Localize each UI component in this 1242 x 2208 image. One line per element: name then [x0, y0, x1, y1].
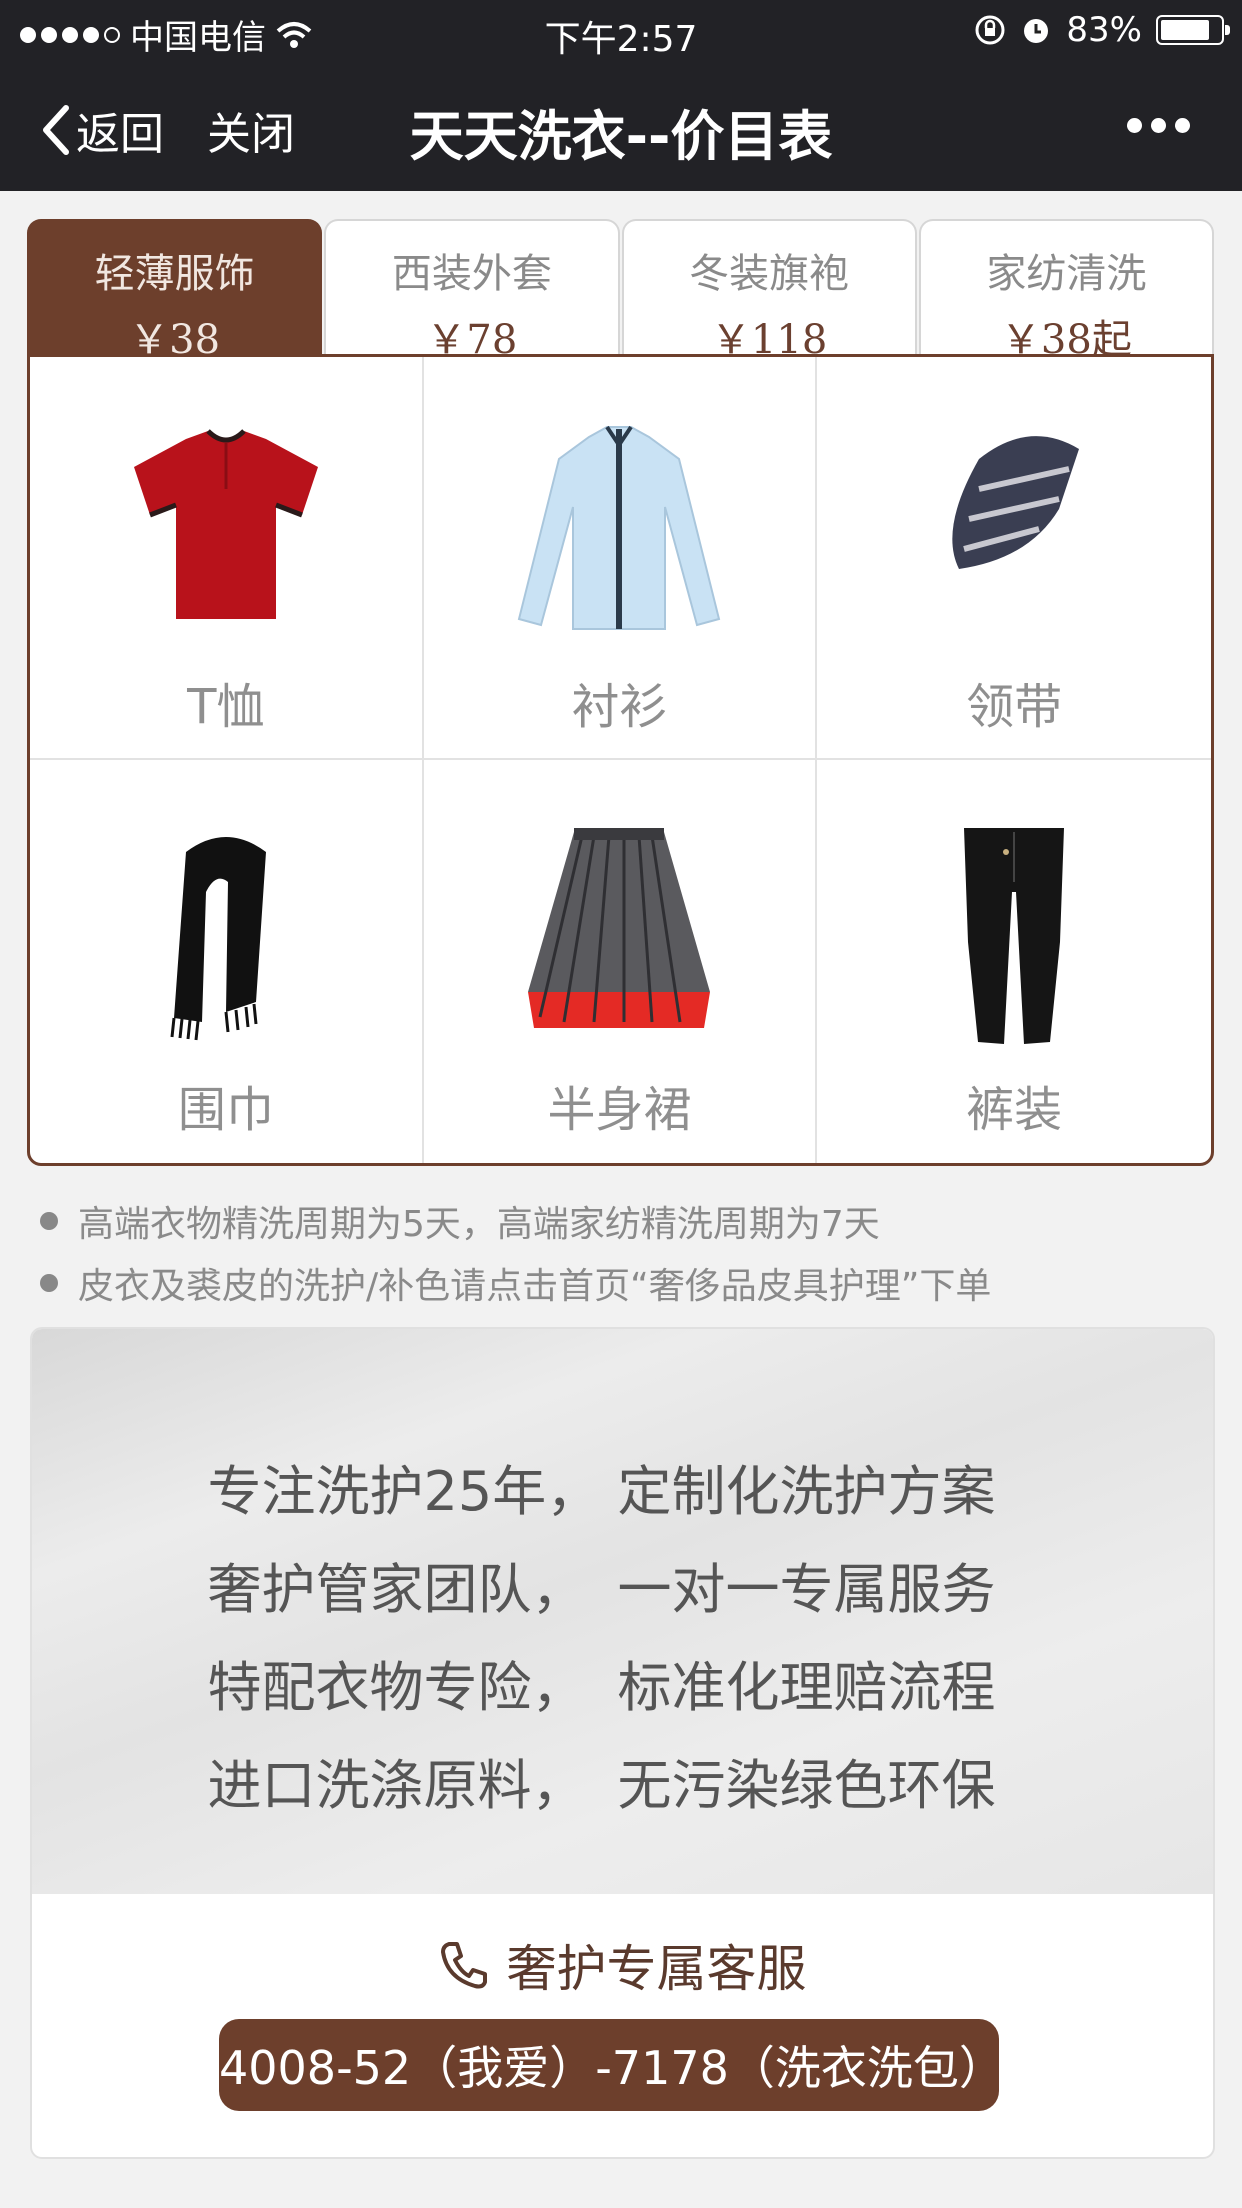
tab-name: 轻薄服饰 [94, 251, 255, 297]
tab-name: 西装外套 [391, 251, 552, 297]
promo-card: 专注洗护25年， 定制化洗护方案 奢护管家团队， 一对一专属服务 特配衣物专险，… [30, 1327, 1215, 2159]
phone-icon [440, 1942, 487, 1989]
promo-line: 进口洗涤原料， 无污染绿色环保 [32, 1741, 1213, 1839]
promo-line-left: 进口洗涤原料， [207, 1754, 586, 1817]
grid-item-pants[interactable]: 裤装 [817, 760, 1211, 1163]
tab-home-textiles[interactable]: 家纺清洗 ￥38起 [918, 219, 1214, 363]
orientation-lock-icon [975, 15, 1005, 45]
grid-item-tshirt[interactable]: T恤 [30, 357, 424, 760]
grid-item-shirt[interactable]: 衬衫 [423, 357, 818, 760]
shirt-icon [518, 425, 721, 630]
skirt-icon [528, 828, 711, 1028]
promo-line-right: 定制化洗护方案 [617, 1460, 996, 1523]
grid-item-tie[interactable]: 领带 [817, 357, 1211, 760]
category-tabs: 轻薄服饰 ￥38 西装外套 ￥78 冬装旗袍 ￥118 家纺清洗 ￥38起 [27, 219, 1214, 363]
promo-line: 特配衣物专险， 标准化理赔流程 [32, 1643, 1213, 1741]
note-item: 高端衣物精洗周期为5天，高端家纺精洗周期为7天 [40, 1190, 1210, 1252]
more-dots-icon[interactable] [1127, 118, 1190, 133]
item-label: 领带 [966, 679, 1063, 735]
notes-list: 高端衣物精洗周期为5天，高端家纺精洗周期为7天 皮衣及裘皮的洗护/补色请点击首页… [40, 1190, 1210, 1314]
item-label: T恤 [187, 679, 265, 735]
promo-line-right: 无污染绿色环保 [617, 1754, 996, 1817]
tie-icon [952, 436, 1080, 569]
tshirt-icon [133, 429, 318, 619]
note-text: 皮衣及裘皮的洗护/补色请点击首页“奢侈品皮具护理”下单 [78, 1266, 992, 1307]
tab-winter-qipao[interactable]: 冬装旗袍 ￥118 [621, 219, 917, 363]
status-bar: 中国电信 下午2:57 83% [0, 0, 1242, 62]
pants-icon [964, 828, 1065, 1044]
item-grid: T恤 衬衫 领带 围巾 半身裙 裤装 [27, 354, 1214, 1166]
battery-percent: 83% [1066, 10, 1142, 50]
page-title: 天天洗衣--价目表 [409, 105, 833, 168]
scarf-icon [170, 837, 266, 1041]
service-label: 奢护专属客服 [506, 1940, 807, 1998]
top-bar: 中国电信 下午2:57 83% 返回 关闭 天天洗衣--价目表 [0, 0, 1242, 191]
tab-light-clothing[interactable]: 轻薄服饰 ￥38 [27, 219, 323, 363]
promo-line-left: 特配衣物专险， [207, 1656, 586, 1719]
item-label: 衬衫 [571, 679, 668, 735]
alarm-icon [1024, 19, 1049, 43]
promo-line: 奢护管家团队， 一对一专属服务 [32, 1545, 1213, 1643]
item-label: 半身裙 [547, 1082, 692, 1138]
item-label: 围巾 [177, 1082, 274, 1138]
promo-lines: 专注洗护25年， 定制化洗护方案 奢护管家团队， 一对一专属服务 特配衣物专险，… [32, 1447, 1213, 1839]
promo-line: 专注洗护25年， 定制化洗护方案 [32, 1447, 1213, 1545]
bullet-icon [40, 1274, 58, 1292]
note-item: 皮衣及裘皮的洗护/补色请点击首页“奢侈品皮具护理”下单 [40, 1252, 1210, 1314]
service-heading: 奢护专属客服 [32, 1929, 1213, 2001]
grid-item-scarf[interactable]: 围巾 [30, 760, 424, 1163]
note-text: 高端衣物精洗周期为5天，高端家纺精洗周期为7天 [78, 1204, 880, 1245]
item-label: 裤装 [966, 1082, 1063, 1138]
tab-suits-coats[interactable]: 西装外套 ￥78 [324, 219, 620, 363]
tab-name: 家纺清洗 [986, 251, 1147, 297]
promo-line-right: 标准化理赔流程 [617, 1656, 996, 1719]
grid-item-skirt[interactable]: 半身裙 [424, 760, 818, 1163]
battery-icon [1156, 15, 1230, 45]
promo-line-left: 专注洗护25年， [207, 1460, 601, 1523]
promo-line-left: 奢护管家团队， [207, 1558, 586, 1621]
bullet-icon [40, 1212, 58, 1230]
phone-button[interactable]: 4008-52（我爱）-7178（洗衣洗包） [219, 2019, 1005, 2111]
tab-name: 冬装旗袍 [689, 251, 850, 297]
promo-line-right: 一对一专属服务 [617, 1558, 996, 1621]
nav-bar: 返回 关闭 天天洗衣--价目表 [0, 62, 1242, 191]
